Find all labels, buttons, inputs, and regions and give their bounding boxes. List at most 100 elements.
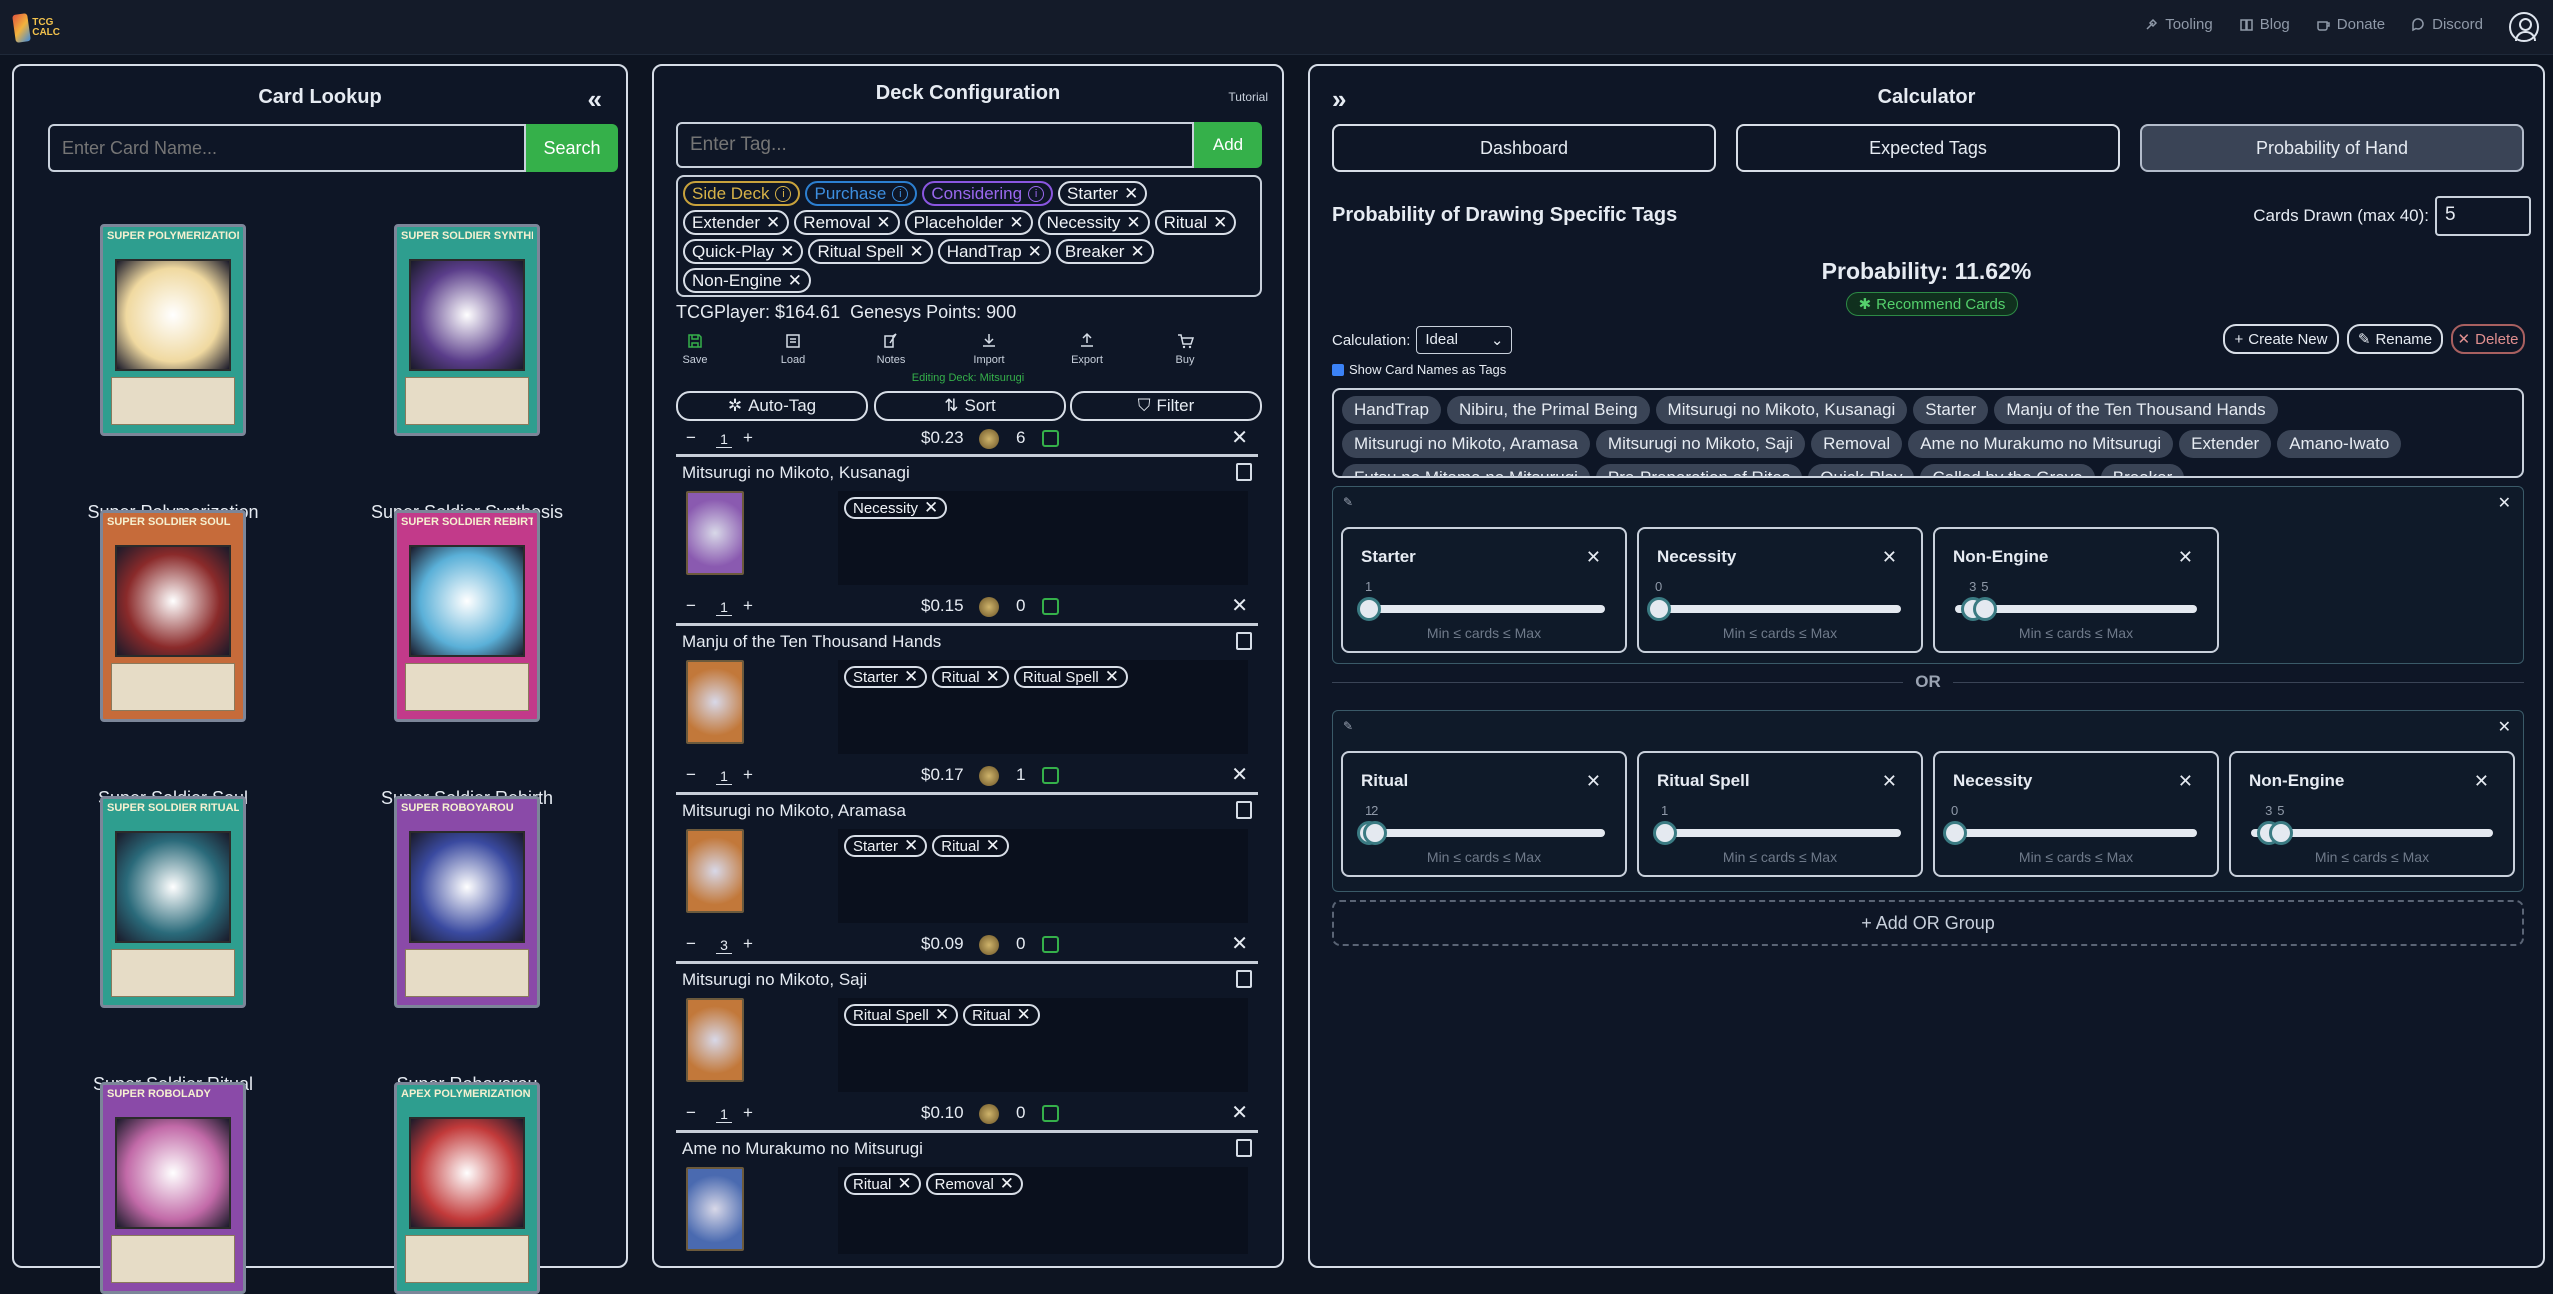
increase-quantity-button[interactable]: + (743, 765, 753, 785)
add-tag-button[interactable]: Add (1194, 122, 1262, 168)
export-button[interactable]: Export (1057, 332, 1117, 366)
card-tag-chip[interactable]: Ritual ✕ (963, 1004, 1040, 1026)
decrease-quantity-button[interactable]: − (686, 596, 696, 616)
remove-tag-icon[interactable]: ✕ (766, 213, 780, 233)
decrease-quantity-button[interactable]: − (686, 934, 696, 954)
edit-group-icon[interactable]: ✎ (1343, 719, 1353, 733)
card-quantity[interactable]: 3 (716, 937, 732, 954)
remove-condition-button[interactable]: ✕ (2178, 771, 2193, 792)
tag-chip-side-deck[interactable]: Side Deck i (683, 181, 801, 206)
genesys-toggle-icon[interactable] (1042, 598, 1059, 615)
available-tag-chip[interactable]: Futsu no Mitama no Mitsurugi (1342, 464, 1590, 476)
slider-max-handle[interactable] (2269, 821, 2294, 845)
search-button[interactable]: Search (526, 124, 618, 172)
available-tag-chip[interactable]: Extender (2179, 430, 2272, 458)
remove-tag-icon[interactable]: ✕ (1000, 1174, 1014, 1194)
tag-chip-necessity[interactable]: Necessity ✕ (1037, 210, 1150, 235)
remove-tag-icon[interactable]: ✕ (986, 667, 1000, 687)
nav-tooling[interactable]: Tooling (2144, 16, 2213, 33)
tag-chip-removal[interactable]: Removal ✕ (794, 210, 900, 235)
min-max-slider[interactable]: 0 (1647, 579, 1901, 621)
min-max-slider[interactable]: 12 (1357, 803, 1605, 845)
available-tag-chip[interactable]: Quick-Play (1808, 464, 1915, 476)
remove-card-button[interactable]: ✕ (1231, 931, 1248, 956)
deck-card-name[interactable]: Mitsurugi no Mikoto, Saji (682, 970, 867, 990)
available-tag-chip[interactable]: Nibiru, the Primal Being (1446, 396, 1650, 424)
info-icon[interactable]: i (775, 185, 792, 202)
tab-probability-of-hand[interactable]: Probability of Hand (2140, 124, 2524, 172)
card-tag-chip[interactable]: Ritual Spell ✕ (844, 1004, 959, 1026)
card-tag-chip[interactable]: Ritual ✕ (932, 835, 1009, 857)
decrease-quantity-button[interactable]: − (686, 765, 696, 785)
available-tag-chip[interactable]: Called by the Grave (1920, 464, 2095, 476)
remove-tag-icon[interactable]: ✕ (986, 836, 1000, 856)
card-image[interactable]: SUPER ROBOLADY (100, 1082, 246, 1294)
card-quantity[interactable]: 1 (716, 1106, 732, 1123)
checkbox-checked-icon[interactable] (1332, 363, 1344, 376)
card-notes-icon[interactable] (1236, 801, 1252, 819)
remove-condition-button[interactable]: ✕ (1586, 771, 1601, 792)
tag-chip-non-engine[interactable]: Non-Engine ✕ (683, 268, 812, 293)
info-icon[interactable]: i (1028, 185, 1045, 202)
remove-tag-icon[interactable]: ✕ (904, 667, 918, 687)
tag-chip-placeholder[interactable]: Placeholder ✕ (904, 210, 1033, 235)
remove-tag-icon[interactable]: ✕ (1016, 1005, 1030, 1025)
card-tag-chip[interactable]: Ritual ✕ (932, 666, 1009, 688)
card-quantity[interactable]: 1 (716, 431, 732, 448)
remove-tag-icon[interactable]: ✕ (1124, 184, 1138, 204)
card-notes-icon[interactable] (1236, 463, 1252, 481)
card-image[interactable]: APEX POLYMERIZATION (394, 1082, 540, 1294)
remove-tag-icon[interactable]: ✕ (780, 242, 794, 262)
remove-tag-icon[interactable]: ✕ (876, 213, 890, 233)
card-notes-icon[interactable] (1236, 632, 1252, 650)
available-tag-chip[interactable]: Breaker (2100, 464, 2185, 476)
auto-tag-button[interactable]: ✲ Auto-Tag (676, 391, 868, 421)
remove-card-button[interactable]: ✕ (1231, 593, 1248, 618)
card-search-input[interactable] (48, 124, 526, 172)
nav-discord[interactable]: Discord (2411, 16, 2483, 33)
card-tag-chip[interactable]: Necessity ✕ (844, 497, 948, 519)
card-thumbnail[interactable] (686, 998, 744, 1082)
increase-quantity-button[interactable]: + (743, 596, 753, 616)
available-tag-chip[interactable]: Removal (1811, 430, 1903, 458)
genesys-toggle-icon[interactable] (1042, 1105, 1059, 1122)
card-quantity[interactable]: 1 (716, 768, 732, 785)
remove-tag-icon[interactable]: ✕ (1009, 213, 1023, 233)
card-tag-chip[interactable]: Starter ✕ (844, 666, 928, 688)
available-tag-chip[interactable]: Starter (1913, 396, 1989, 424)
remove-tag-icon[interactable]: ✕ (788, 271, 802, 291)
genesys-toggle-icon[interactable] (1042, 936, 1059, 953)
card-image[interactable]: SUPER POLYMERIZATION (100, 224, 246, 436)
tag-chip-ritual-spell[interactable]: Ritual Spell ✕ (808, 239, 933, 264)
tutorial-link[interactable]: Tutorial (1228, 90, 1268, 104)
card-notes-icon[interactable] (1236, 970, 1252, 988)
remove-tag-icon[interactable]: ✕ (935, 1005, 949, 1025)
min-max-slider[interactable]: 0 (1943, 803, 2197, 845)
min-max-slider[interactable]: 1 (1357, 579, 1605, 621)
card-thumbnail[interactable] (686, 829, 744, 913)
card-thumbnail[interactable] (686, 491, 744, 575)
tag-chip-breaker[interactable]: Breaker ✕ (1055, 239, 1154, 264)
tab-dashboard[interactable]: Dashboard (1332, 124, 1716, 172)
remove-tag-icon[interactable]: ✕ (897, 1174, 911, 1194)
slider-min-handle[interactable] (1653, 821, 1678, 845)
min-max-slider[interactable]: 1 (1653, 803, 1901, 845)
remove-condition-button[interactable]: ✕ (1586, 547, 1601, 568)
decrease-quantity-button[interactable]: − (686, 428, 696, 448)
decrease-quantity-button[interactable]: − (686, 1103, 696, 1123)
card-image[interactable]: SUPER SOLDIER RITUAL (100, 796, 246, 1008)
tag-chip-starter[interactable]: Starter ✕ (1058, 181, 1148, 206)
card-notes-icon[interactable] (1236, 1139, 1252, 1157)
available-tag-chip[interactable]: Ame no Murakumo no Mitsurugi (1908, 430, 2174, 458)
app-logo[interactable]: TCG CALC (12, 12, 68, 44)
rename-button[interactable]: ✎ Rename (2347, 324, 2443, 354)
remove-condition-button[interactable]: ✕ (2178, 547, 2193, 568)
card-image[interactable]: SUPER SOLDIER SOUL (100, 510, 246, 722)
sort-button[interactable]: ⇅ Sort (874, 391, 1066, 421)
tag-chip-handtrap[interactable]: HandTrap ✕ (937, 239, 1051, 264)
remove-card-button[interactable]: ✕ (1231, 762, 1248, 787)
available-tag-chip[interactable]: Mitsurugi no Mikoto, Saji (1595, 430, 1806, 458)
card-thumbnail[interactable] (686, 660, 744, 744)
remove-tag-icon[interactable]: ✕ (924, 498, 938, 518)
show-card-names-toggle[interactable]: Show Card Names as Tags (1332, 362, 1506, 377)
